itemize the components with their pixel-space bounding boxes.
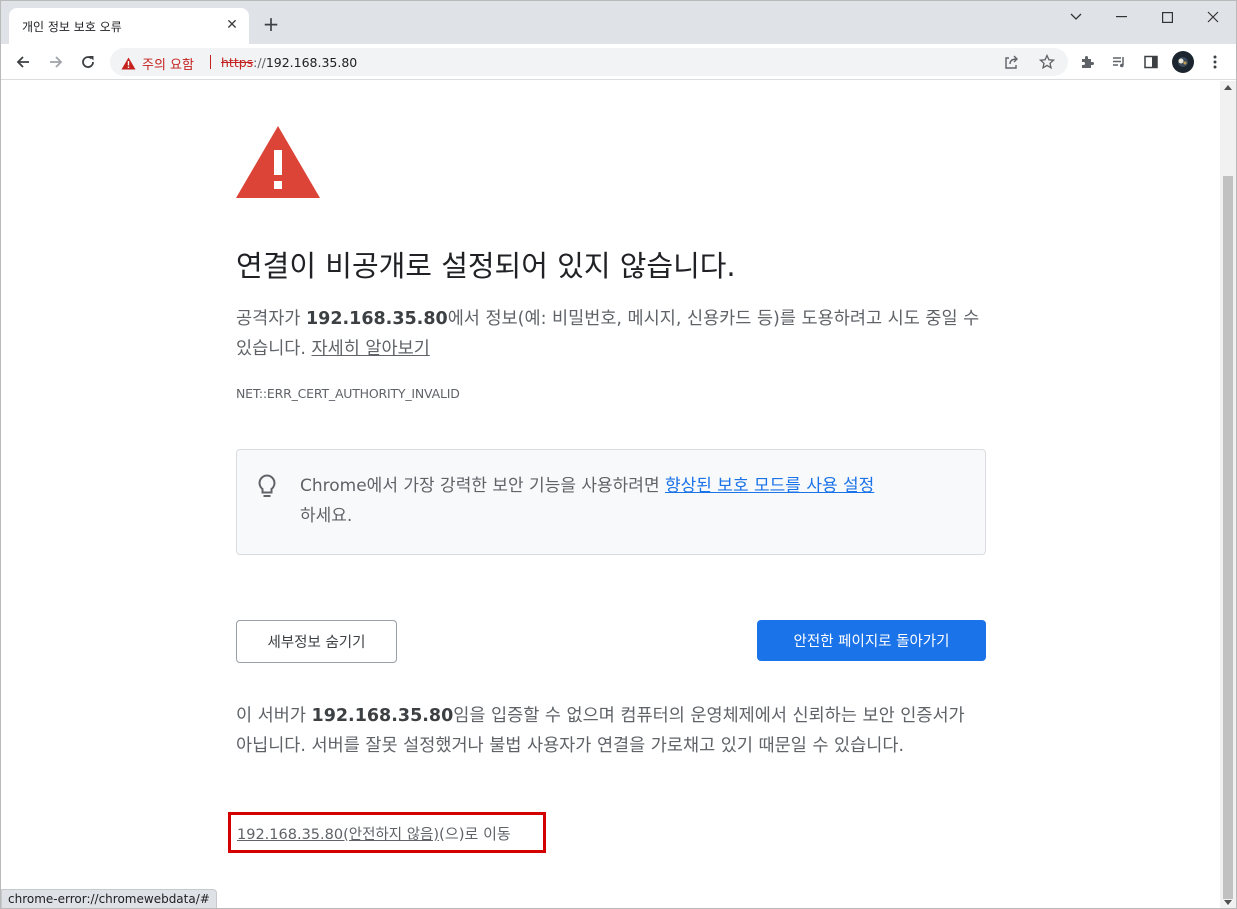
proceed-suffix: (으)로 이동 <box>439 825 511 843</box>
enhanced-protection-link[interactable]: 향상된 보호 모드를 사용 설정 <box>665 476 874 496</box>
url-separator: :// <box>253 55 266 70</box>
details-text: 이 서버가 <box>236 706 312 726</box>
enhanced-text-tail: 하세요. <box>300 506 353 526</box>
media-icon[interactable] <box>1106 49 1132 75</box>
tab-close-icon[interactable]: ✕ <box>223 16 241 34</box>
url-text[interactable]: https://192.168.35.80 <box>221 55 357 70</box>
new-tab-button[interactable]: + <box>260 13 282 35</box>
back-to-safety-button[interactable]: 안전한 페이지로 돌아가기 <box>757 620 986 661</box>
enhanced-text-lead: Chrome에서 가장 강력한 보안 기능을 사용하려면 <box>300 476 665 496</box>
extensions-icon[interactable] <box>1074 49 1100 75</box>
error-code: NET::ERR_CERT_AUTHORITY_INVALID <box>236 386 460 401</box>
security-warning-label[interactable]: 주의 요함 <box>142 54 194 73</box>
details-host: 192.168.35.80 <box>311 706 454 726</box>
explanation-host: 192.168.35.80 <box>305 309 448 329</box>
enhanced-protection-promo: Chrome에서 가장 강력한 보안 기능을 사용하려면 향상된 보호 모드를 … <box>236 449 986 555</box>
share-icon[interactable] <box>998 49 1024 75</box>
url-scheme: https <box>221 55 254 70</box>
warning-icon[interactable] <box>121 55 136 74</box>
explanation-paragraph: 공격자가 192.168.35.80에서 정보(예: 비밀번호, 메시지, 신용… <box>236 304 986 364</box>
tab-privacy-error[interactable]: 개인 정보 보호 오류 ✕ <box>9 8 249 44</box>
toolbar: 주의 요함 https://192.168.35.80 <box>1 44 1236 80</box>
proceed-link[interactable]: 192.168.35.80(안전하지 않음) <box>237 827 439 843</box>
details-button[interactable]: 세부정보 숨기기 <box>236 620 397 663</box>
lightbulb-icon <box>257 474 277 504</box>
scroll-down-arrow[interactable] <box>1224 900 1232 905</box>
scrollbar[interactable] <box>1220 81 1236 908</box>
title-bar: 개인 정보 보호 오류 ✕ + <box>1 1 1236 44</box>
enhanced-protection-text: Chrome에서 가장 강력한 보안 기능을 사용하려면 향상된 보호 모드를 … <box>300 471 970 531</box>
status-bar: chrome-error://chromewebdata/# <box>1 889 217 908</box>
menu-icon[interactable] <box>1202 49 1228 75</box>
scroll-up-arrow[interactable] <box>1224 85 1232 90</box>
side-panel-icon[interactable] <box>1138 49 1164 75</box>
page-content: 연결이 비공개로 설정되어 있지 않습니다. 공격자가 192.168.35.8… <box>1 81 1220 908</box>
details-paragraph: 이 서버가 192.168.35.80임을 입증할 수 없으며 컴퓨터의 운영체… <box>236 701 986 761</box>
minimize-icon[interactable] <box>1098 1 1144 33</box>
maximize-icon[interactable] <box>1144 1 1190 33</box>
big-warning-icon <box>236 126 320 202</box>
forward-icon[interactable] <box>43 49 69 75</box>
star-icon[interactable] <box>1034 49 1060 75</box>
explanation-text: 공격자가 <box>236 309 306 329</box>
highlight-box: 192.168.35.80(안전하지 않음)(으)로 이동 <box>228 812 546 853</box>
learn-more-link[interactable]: 자세히 알아보기 <box>312 339 430 359</box>
reload-icon[interactable] <box>75 49 101 75</box>
proceed-link-container: 192.168.35.80(안전하지 않음)(으)로 이동 <box>237 823 511 844</box>
tab-search-icon[interactable] <box>1053 1 1099 33</box>
page-title: 연결이 비공개로 설정되어 있지 않습니다. <box>236 249 736 283</box>
url-host: 192.168.35.80 <box>265 55 358 70</box>
omnibox-divider <box>210 55 211 69</box>
scrollbar-thumb[interactable] <box>1223 176 1233 899</box>
back-icon[interactable] <box>10 49 36 75</box>
tab-title: 개인 정보 보호 오류 <box>22 20 122 34</box>
address-bar[interactable]: 주의 요함 https://192.168.35.80 <box>110 48 1068 76</box>
close-icon[interactable] <box>1190 1 1236 33</box>
browser-window: 개인 정보 보호 오류 ✕ + 주의 요함 https://192.168.35… <box>0 0 1237 909</box>
avatar[interactable] <box>1170 49 1196 75</box>
